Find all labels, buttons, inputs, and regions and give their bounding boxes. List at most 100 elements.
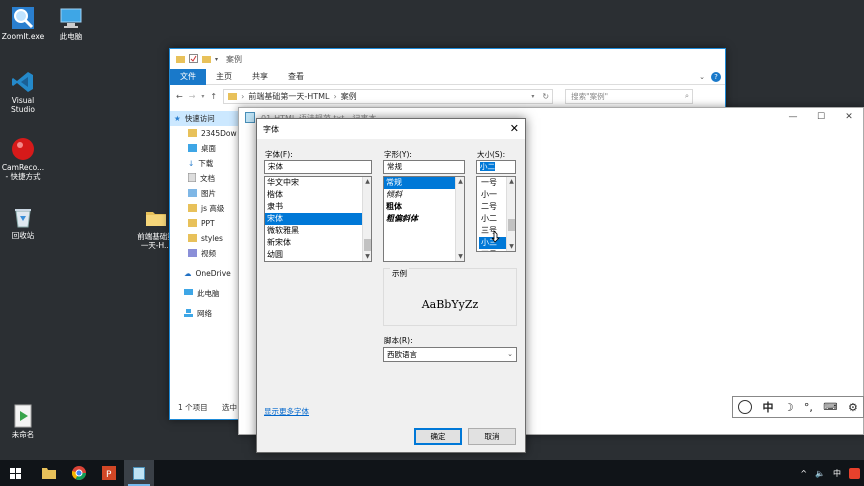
desktop-icon-camrecorder[interactable]: CamReco... - 快捷方式	[0, 137, 46, 181]
desktop-icon-label: CamReco... - 快捷方式	[1, 163, 45, 181]
address-bar[interactable]: › 前端基础第一天-HTML › 案例 ▾ ↻	[223, 88, 554, 104]
computer-icon	[184, 288, 193, 299]
computer-icon	[59, 6, 83, 30]
language-indicator[interactable]: 中	[833, 468, 841, 479]
cancel-button[interactable]: 取消	[468, 428, 516, 445]
scrollbar[interactable]: ▲ ▼	[362, 177, 371, 261]
taskbar-explorer[interactable]	[34, 460, 64, 486]
cloud-icon: ☁	[184, 269, 192, 278]
chevron-up-icon[interactable]: ▲	[507, 178, 515, 185]
properties-icon[interactable]	[189, 53, 198, 65]
close-icon[interactable]: ✕	[510, 122, 519, 135]
font-list-item[interactable]: 宋体	[265, 213, 371, 225]
chevron-down-icon[interactable]: ▾	[531, 93, 534, 100]
desktop-icon-label: ZoomIt.exe	[1, 32, 45, 41]
chevron-down-icon[interactable]: ▾	[215, 56, 218, 63]
nav-item-downloads[interactable]: ↓ 下载	[170, 156, 240, 171]
help-icon[interactable]: ?	[711, 71, 721, 82]
chevron-up-icon[interactable]: ▲	[456, 178, 464, 185]
desktop-icon-zoomit[interactable]: ZoomIt.exe	[0, 6, 46, 41]
folder-icon	[228, 91, 238, 102]
nav-item-documents[interactable]: 文档	[170, 171, 240, 186]
size-input[interactable]: 小二	[476, 160, 516, 174]
desktop-icon-visual-studio[interactable]: Visual Studio	[0, 70, 46, 114]
search-input[interactable]: 搜索"案例" ⌕	[565, 88, 694, 104]
chevron-up-icon[interactable]: ^	[800, 469, 807, 478]
nav-item-quick-access[interactable]: ★ 快速访问	[170, 111, 240, 126]
start-button[interactable]	[0, 460, 30, 486]
font-input[interactable]: 宋体	[264, 160, 372, 174]
taskbar-chrome[interactable]	[64, 460, 94, 486]
sample-label: 示例	[390, 268, 409, 279]
gear-icon[interactable]: ⚙	[848, 401, 858, 414]
nav-item-js[interactable]: js 高级	[170, 201, 240, 216]
script-select[interactable]: 西欧语言 ⌄	[383, 347, 517, 362]
tab-view[interactable]: 查看	[278, 69, 314, 85]
back-arrow-icon[interactable]: ←	[176, 92, 183, 101]
sogou-ime-icon[interactable]	[849, 467, 860, 479]
ok-button[interactable]: 确定	[414, 428, 462, 445]
navigation-pane: ★ 快速访问 2345Dow 桌面 ↓ 下载 文档 图片 js 高级 PPT sty…	[170, 111, 240, 321]
desktop-icon-untitled[interactable]: 未命名	[0, 404, 46, 439]
font-list-item[interactable]: 华文中宋	[265, 177, 371, 189]
taskbar-notepad[interactable]	[124, 460, 154, 486]
scrollbar-thumb[interactable]	[508, 219, 515, 231]
font-list-item[interactable]: 新宋体	[265, 237, 371, 249]
scrollbar-thumb[interactable]	[364, 239, 371, 251]
chevron-down-icon[interactable]: ▼	[363, 253, 371, 260]
style-input[interactable]: 常规	[383, 160, 465, 174]
tab-share[interactable]: 共享	[242, 69, 278, 85]
explorer-title-bar[interactable]: ▾ 案例	[170, 49, 725, 69]
minimize-icon[interactable]: —	[779, 108, 807, 126]
scrollbar[interactable]: ▲ ▼	[506, 177, 515, 251]
chevron-up-icon[interactable]: ▲	[363, 178, 371, 185]
style-list[interactable]: 常规 倾斜 粗体 粗偏斜体 ▲ ▼	[383, 176, 465, 262]
style-list-item[interactable]: 常规	[384, 177, 464, 189]
style-list-item[interactable]: 倾斜	[384, 189, 464, 201]
ime-logo-icon[interactable]	[738, 400, 753, 414]
ime-toolbar[interactable]: 中 ☽ °, ⌨ ⚙	[732, 396, 864, 418]
half-width-icon[interactable]: ☽	[784, 401, 794, 414]
nav-item-pictures[interactable]: 图片	[170, 186, 240, 201]
nav-item-desktop[interactable]: 桌面	[170, 141, 240, 156]
record-icon	[11, 137, 35, 161]
nav-item-onedrive[interactable]: ☁ OneDrive	[170, 266, 240, 281]
style-list-item[interactable]: 粗体	[384, 201, 464, 213]
breadcrumb-item[interactable]: 前端基础第一天-HTML	[248, 91, 329, 102]
dialog-title-bar[interactable]: 字体	[257, 119, 525, 139]
font-list[interactable]: 华文中宋 楷体 隶书 宋体 微软雅黑 新宋体 幼圆 ▲ ▼	[264, 176, 372, 262]
new-folder-icon[interactable]	[202, 54, 211, 65]
nav-item-network[interactable]: 网络	[170, 306, 240, 321]
forward-arrow-icon[interactable]: →	[189, 92, 196, 101]
taskbar-powerpoint[interactable]: P	[94, 460, 124, 486]
refresh-icon[interactable]: ↻	[542, 92, 549, 101]
style-list-item[interactable]: 粗偏斜体	[384, 213, 464, 225]
chevron-down-icon[interactable]: ▼	[456, 253, 464, 260]
punctuation-icon[interactable]: °,	[804, 401, 813, 414]
desktop-icon-recycle-bin[interactable]: 回收站	[0, 205, 46, 240]
tab-home[interactable]: 主页	[206, 69, 242, 85]
nav-item-styles[interactable]: styles	[170, 231, 240, 246]
speaker-icon[interactable]: 🔈	[815, 469, 825, 478]
nav-item-ppt[interactable]: PPT	[170, 216, 240, 231]
nav-item-this-pc[interactable]: 此电脑	[170, 286, 240, 301]
font-list-item[interactable]: 幼圆	[265, 249, 371, 261]
nav-item-2345[interactable]: 2345Dow	[170, 126, 240, 141]
close-icon[interactable]: ✕	[835, 108, 863, 126]
desktop-icon-this-pc[interactable]: 此电脑	[48, 6, 94, 41]
ime-mode[interactable]: 中	[762, 399, 773, 415]
more-fonts-link[interactable]: 显示更多字体	[264, 406, 309, 417]
nav-item-videos[interactable]: 视频	[170, 246, 240, 261]
scrollbar[interactable]: ▲ ▼	[455, 177, 464, 261]
breadcrumb-item[interactable]: 案例	[341, 91, 357, 102]
font-list-item[interactable]: 微软雅黑	[265, 225, 371, 237]
font-list-item[interactable]: 楷体	[265, 189, 371, 201]
chevron-down-icon[interactable]: ⌄	[699, 73, 705, 81]
tab-file[interactable]: 文件	[170, 68, 206, 85]
font-list-item[interactable]: 隶书	[265, 201, 371, 213]
chevron-down-icon[interactable]: ▾	[201, 93, 204, 100]
keyboard-icon[interactable]: ⌨	[823, 402, 837, 413]
chevron-down-icon[interactable]: ▼	[507, 243, 515, 250]
maximize-icon[interactable]: ☐	[807, 108, 835, 126]
up-arrow-icon[interactable]: ↑	[210, 92, 217, 101]
